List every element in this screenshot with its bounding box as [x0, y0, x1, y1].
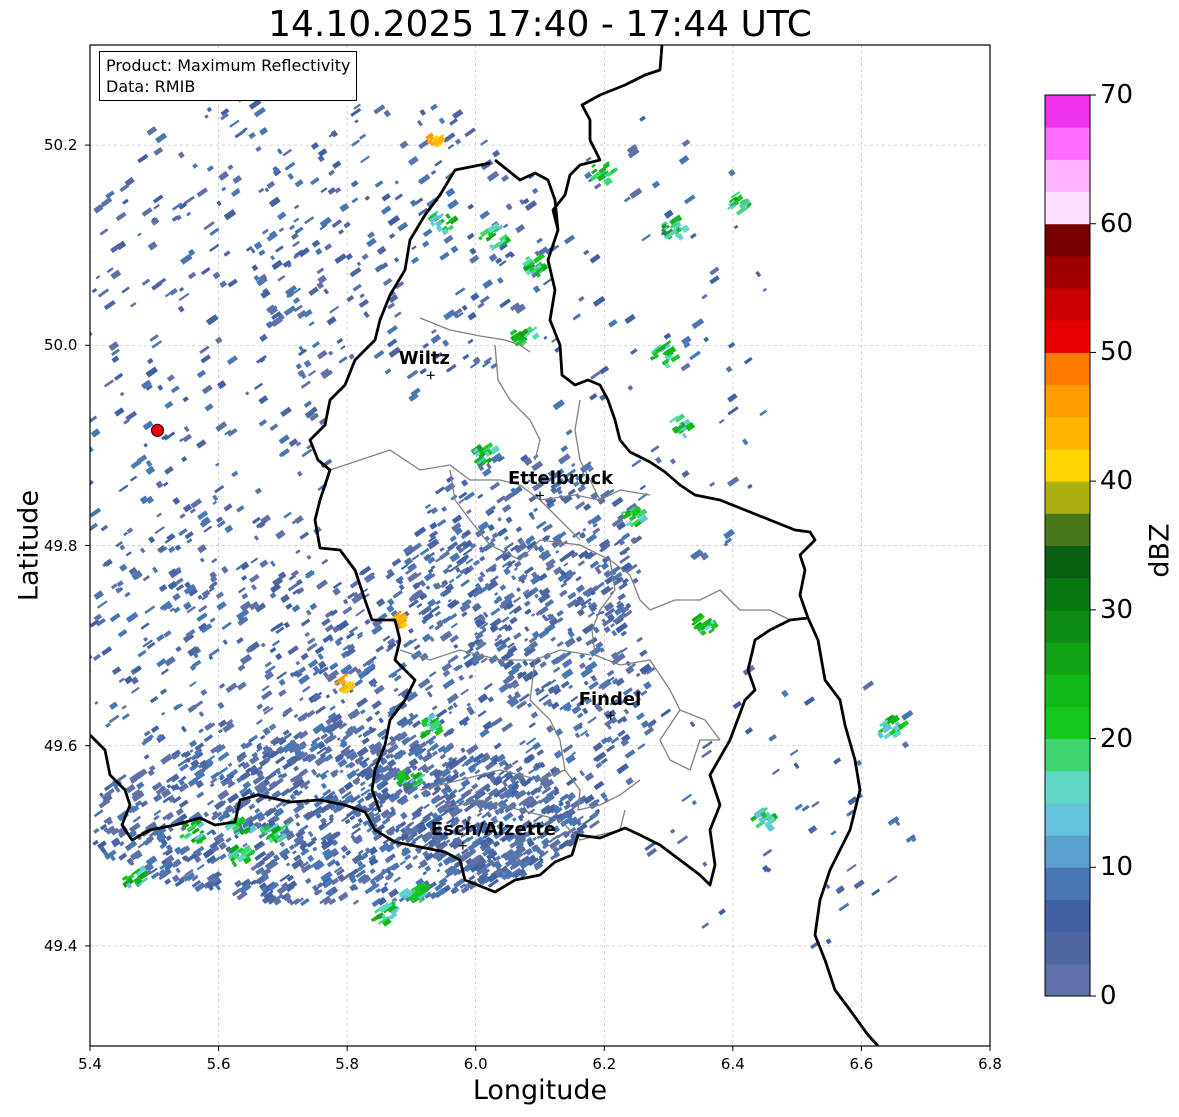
x-tick-label: 5.6 — [206, 1055, 231, 1073]
info-data-source: Data: RMIB — [106, 77, 196, 96]
colorbar-tick-label: 30 — [1100, 594, 1134, 625]
colorbar-swatch — [1045, 448, 1090, 482]
colorbar-swatch — [1045, 674, 1090, 707]
y-tick-label: 49.4 — [44, 936, 78, 955]
echo-cell — [75, 669, 84, 676]
colorbar-tick-label: 0 — [1100, 981, 1117, 1011]
radar-site-marker — [150, 423, 165, 437]
colorbar-swatch — [1045, 159, 1090, 193]
echo-cell — [75, 363, 84, 371]
colorbar-swatch — [1045, 320, 1090, 353]
colorbar-swatch — [1045, 642, 1090, 675]
colorbar-tick-label: 20 — [1100, 723, 1134, 754]
x-tick-label: 6.8 — [978, 1055, 1002, 1073]
colorbar-swatch — [1045, 609, 1090, 643]
colorbar-tick-label: 50 — [1100, 337, 1134, 368]
colorbar-swatch — [1045, 223, 1090, 257]
colorbar — [1044, 94, 1096, 997]
y-tick-label: 50.0 — [44, 336, 78, 355]
x-tick-label: 5.8 — [335, 1055, 360, 1073]
colorbar-swatch — [1045, 545, 1090, 579]
colorbar-swatch — [1045, 706, 1090, 740]
info-product: Product: Maximum Reflectivity — [106, 56, 351, 75]
echo-cell — [90, 281, 91, 289]
colorbar-swatch — [1045, 481, 1090, 514]
colorbar-swatch — [1045, 931, 1090, 965]
x-tick-label: 6.4 — [720, 1055, 745, 1073]
colorbar-swatch — [1045, 513, 1090, 546]
y-tick-label: 49.6 — [44, 736, 78, 755]
colorbar-swatch — [1045, 288, 1090, 321]
colorbar-swatch — [1045, 577, 1090, 611]
x-axis-label: Longitude — [472, 1075, 608, 1106]
colorbar-tick-label: 70 — [1100, 80, 1134, 110]
x-tick-label: 5.4 — [78, 1055, 102, 1073]
colorbar-tick-label: 60 — [1100, 208, 1134, 239]
colorbar-tick-label: 40 — [1100, 466, 1134, 497]
colorbar-swatch — [1045, 867, 1090, 900]
colorbar-swatch — [1045, 770, 1090, 804]
echo-cell — [75, 297, 86, 307]
echo-cell — [81, 466, 87, 473]
radar-map — [72, 44, 1096, 1051]
colorbar-swatch — [1045, 802, 1090, 836]
colorbar-swatch — [1045, 352, 1090, 386]
colorbar-swatch — [1045, 127, 1090, 160]
echo-cell — [81, 663, 89, 670]
x-tick-label: 6.0 — [463, 1055, 488, 1073]
colorbar-swatch — [1045, 416, 1090, 450]
y-tick-label: 50.2 — [44, 136, 78, 155]
colorbar-swatch — [1045, 963, 1090, 997]
city-label: Ettelbruck — [508, 468, 614, 490]
echo-cell — [72, 645, 80, 652]
x-tick-label: 6.6 — [849, 1055, 874, 1073]
info-box: Product: Maximum Reflectivity Data: RMIB — [99, 51, 358, 101]
colorbar-swatch — [1045, 255, 1090, 289]
city-label: Findel — [578, 688, 642, 710]
city-label: Esch/Alzette — [430, 818, 557, 840]
x-tick-label: 6.2 — [592, 1055, 617, 1073]
colorbar-swatch — [1045, 899, 1090, 933]
y-tick-label: 49.8 — [44, 536, 78, 555]
y-axis-label: Latitude — [13, 489, 45, 602]
colorbar-swatch — [1045, 835, 1090, 868]
colorbar-swatch — [1045, 95, 1090, 128]
city-label: Wiltz — [398, 348, 450, 370]
echo-cell — [81, 605, 87, 610]
colorbar-swatch — [1045, 738, 1090, 772]
colorbar-tick-label: 10 — [1100, 852, 1134, 883]
colorbar-swatch — [1045, 191, 1090, 225]
colorbar-swatch — [1045, 384, 1090, 418]
colorbar-label: dBZ — [1144, 523, 1176, 578]
